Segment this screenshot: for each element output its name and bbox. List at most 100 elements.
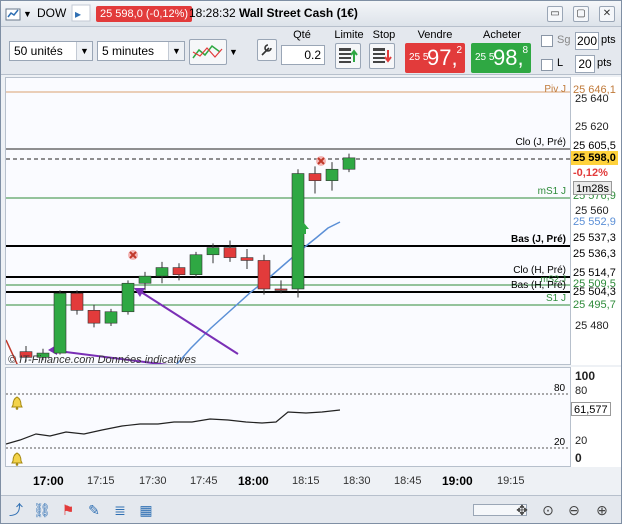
qty-label: Qté <box>293 29 311 41</box>
oscillator-axis[interactable]: 100 80 61,577 20 0 <box>571 367 621 467</box>
stop-label: Stop <box>372 29 396 41</box>
sell-price-prefix: 25 5 <box>409 52 429 63</box>
buy-price-prefix: 25 5 <box>475 52 495 63</box>
osc-level-80-label: 80 <box>554 383 566 394</box>
close-day-label: Clo (J, Pré) <box>515 137 566 148</box>
indicator-chart-icon <box>192 44 223 59</box>
symbol-dropdown-icon[interactable]: ▼ <box>23 9 32 19</box>
timeframe-select-value: 5 minutes <box>102 44 155 58</box>
time-axis[interactable]: 17:00 17:15 17:30 17:45 18:00 18:15 18:3… <box>5 469 571 493</box>
sell-price-last-digit: 2 <box>456 45 462 56</box>
price-axis[interactable]: 25 646,1 25 640 25 620 25 605,5 25 598,0… <box>571 77 621 365</box>
stop-order-button[interactable] <box>369 43 395 69</box>
time-tick: 17:15 <box>87 475 115 487</box>
units-select-value: 50 unités <box>14 44 63 58</box>
low-hour-label: Bas (H, Pré) <box>510 280 566 291</box>
candle-down <box>223 247 237 258</box>
time-tick: 17:00 <box>33 474 64 488</box>
countdown-tag: 1m28s <box>573 181 613 195</box>
instrument-name: Wall Street Cash (1€) <box>239 6 358 20</box>
alert-bell-icon[interactable] <box>10 396 24 413</box>
l-points-input[interactable]: 20 <box>575 55 595 73</box>
l-checkbox[interactable] <box>541 59 553 71</box>
layout-icon[interactable]: ▦ <box>137 501 155 519</box>
candle-up <box>138 275 152 284</box>
low-day-label: Bas (J, Pré) <box>510 234 566 245</box>
limit-order-button[interactable] <box>335 43 361 69</box>
pts-label-top: pts <box>601 34 616 46</box>
units-select[interactable]: 50 unités ▼ <box>9 41 93 61</box>
oscillator-panel[interactable]: 80 20 <box>5 367 571 467</box>
buy-label: Acheter <box>483 29 521 41</box>
sg-points-input[interactable]: 200 <box>575 32 599 50</box>
osc-tick-80: 80 <box>575 385 588 397</box>
s1-tag: 25 495,7 <box>573 299 616 311</box>
indicators-icon[interactable]: ≣ <box>111 501 129 519</box>
sell-button[interactable]: 25 5 97, 2 <box>405 43 465 73</box>
minimize-button[interactable]: ▭ <box>547 6 563 22</box>
zoom-out-icon[interactable]: ⊖ <box>565 501 583 519</box>
alert-bell-icon[interactable] <box>10 452 24 466</box>
price-tick: 25 480 <box>575 320 609 332</box>
time-tick: 17:45 <box>190 475 218 487</box>
crosshair-icon[interactable]: ✥ <box>513 501 531 519</box>
time-tick: 19:15 <box>497 475 525 487</box>
candle-down <box>87 310 101 324</box>
sell-label: Vendre <box>417 29 453 41</box>
price-tick: 25 620 <box>575 121 609 133</box>
sell-price-main: 97, <box>427 45 458 70</box>
low-day-tag-2: 25 536,3 <box>573 248 616 260</box>
draw-tools-icon[interactable]: ✎ <box>85 501 103 519</box>
timeframe-select[interactable]: 5 minutes ▼ <box>97 41 185 61</box>
pivot-line-label: Piv J <box>544 84 566 95</box>
price-change-badge: 25 598,0 (-0,12%) <box>96 6 193 22</box>
candle-up <box>325 168 339 181</box>
buy-button[interactable]: 25 5 98, 8 <box>471 43 531 73</box>
candle-down <box>257 260 271 290</box>
close-button[interactable]: ✕ <box>599 6 615 22</box>
osc-tick-20: 20 <box>575 435 588 447</box>
candle-down <box>70 292 84 311</box>
sg-checkbox[interactable] <box>541 35 553 47</box>
bottom-toolbar: ⤴ ⛓ ⚑ ✎ ≣ ▦ ✥ ⊙ ⊖ ⊕ <box>1 495 621 523</box>
symbol-label[interactable]: DOW <box>37 6 66 20</box>
oscillator-value-tag: 61,577 <box>571 402 611 416</box>
chart-type-button[interactable] <box>189 39 227 65</box>
time-tick: 19:00 <box>442 474 473 488</box>
share-icon[interactable]: ⤴ <box>7 501 25 519</box>
svg-text:▸: ▸ <box>75 7 81 21</box>
chevron-down-icon: ▼ <box>76 42 92 60</box>
time-tick: 18:30 <box>343 475 371 487</box>
candle-up <box>104 311 118 324</box>
candle-down <box>172 267 186 275</box>
zoom-in-icon[interactable]: ⊕ <box>593 501 611 519</box>
candle-up <box>342 157 356 170</box>
zoom-fit-icon[interactable]: ⊙ <box>539 501 557 519</box>
settings-button[interactable] <box>257 39 277 61</box>
osc-level-20-label: 20 <box>554 437 566 448</box>
buy-price-last-digit: 8 <box>522 45 528 56</box>
candle-down <box>240 257 254 261</box>
chart-type-dropdown-icon[interactable]: ▼ <box>229 47 238 57</box>
price-chart[interactable]: Piv J Clo (J, Pré) mS1 J Bas (J, Pré) Cl… <box>5 77 571 365</box>
time-tick: 18:00 <box>238 474 269 488</box>
limit-label: Limite <box>334 29 364 41</box>
candle-up <box>155 267 169 277</box>
s1-label: S1 J <box>545 293 566 304</box>
app-icon <box>5 6 21 25</box>
pts-label-bottom: pts <box>597 57 612 69</box>
link-icon[interactable]: ⛓ <box>33 501 51 519</box>
qty-input[interactable]: 0.2 <box>281 45 325 65</box>
clock-time: 18:28:32 <box>189 6 236 20</box>
alert-icon[interactable]: ⚑ <box>59 501 77 519</box>
candle-up <box>53 292 67 354</box>
candle-up <box>189 254 203 276</box>
symbol-search-icon[interactable]: ▸ <box>71 4 91 25</box>
osc-tick-0: 0 <box>575 451 582 465</box>
maximize-button[interactable]: ▢ <box>573 6 589 22</box>
candle-down <box>274 288 288 291</box>
trading-window: ▼ DOW ▸ 25 598,0 (-0,12%) 18:28:32 Wall … <box>0 0 622 524</box>
chevron-down-icon: ▼ <box>168 42 184 60</box>
low-day-tag: 25 537,3 <box>573 232 616 244</box>
candle-up <box>121 282 135 313</box>
